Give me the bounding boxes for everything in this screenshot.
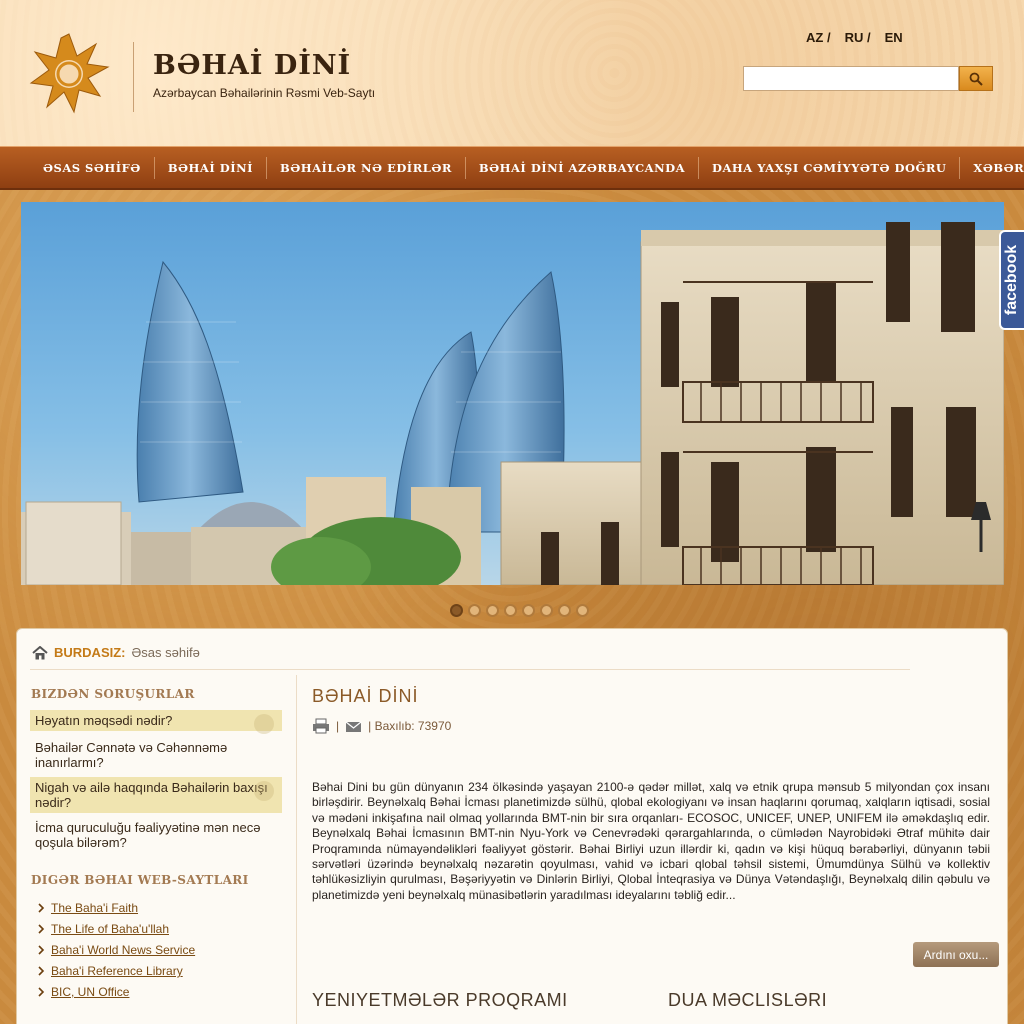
external-link-label: Baha'i Reference Library: [51, 964, 183, 978]
slider-dot[interactable]: [450, 604, 463, 617]
print-icon[interactable]: [312, 718, 330, 734]
article-views: | Baxılıb: 73970: [368, 719, 452, 733]
nav-item-better-society[interactable]: DAHA YAXŞI CƏMİYYƏTƏ DOĞRU: [699, 156, 961, 179]
external-link-label: Baha'i World News Service: [51, 943, 196, 957]
slider-dot[interactable]: [540, 604, 553, 617]
search-button[interactable]: [959, 66, 993, 91]
nav-item-bahai-in-azerbaijan[interactable]: BƏHAİ DİNİ AZƏRBAYCANDA: [466, 156, 700, 179]
slider-dot[interactable]: [504, 604, 517, 617]
nav-item-home[interactable]: ƏSAS SƏHİFƏ: [30, 156, 155, 179]
column-divider: [296, 675, 297, 1024]
nav-item-bahai-faith[interactable]: BƏHAİ DİNİ: [155, 156, 267, 179]
faq-item[interactable]: Nigah və ailə haqqında Bəhailərin baxışı…: [30, 777, 282, 813]
external-link[interactable]: The Baha'i Faith: [38, 901, 138, 915]
links-heading: DIGƏR BƏHAI WEB-SAYTLARI: [31, 873, 249, 887]
external-link[interactable]: Baha'i World News Service: [38, 943, 195, 957]
faq-item-label: Bəhailər Cənnətə və Cəhənnəmə inanırlarm…: [35, 740, 228, 770]
search-input[interactable]: [743, 66, 959, 91]
slider-dot[interactable]: [576, 604, 589, 617]
baku-skyline-image: [21, 222, 1004, 585]
chevron-right-icon: [38, 987, 45, 997]
external-link-label: The Life of Baha'u'llah: [51, 922, 169, 936]
external-link[interactable]: Baha'i Reference Library: [38, 964, 183, 978]
logo-divider: [133, 42, 134, 112]
nav-item-what-bahais-do[interactable]: BƏHAİLƏR NƏ EDİRLƏR: [267, 156, 466, 179]
faq-heading: BIZDƏN SORUŞURLAR: [31, 687, 195, 701]
article-body: Bəhai Dini bu gün dünyanın 234 ölkəsində…: [312, 780, 990, 902]
faq-item-label: Həyatın məqsədi nədir?: [35, 713, 173, 728]
site-subtitle: Azərbaycan Bəhailərinin Rəsmi Veb-Saytı: [153, 86, 376, 100]
email-icon[interactable]: [345, 719, 362, 733]
slider-dot[interactable]: [486, 604, 499, 617]
home-icon[interactable]: [32, 645, 48, 660]
breadcrumb-current: Əsas səhifə: [131, 645, 200, 660]
slider-dot[interactable]: [558, 604, 571, 617]
slider-dot[interactable]: [468, 604, 481, 617]
main-nav: ƏSAS SƏHİFƏ BƏHAİ DİNİ BƏHAİLƏR NƏ EDİRL…: [0, 146, 1024, 190]
article-title: BƏHAİ DİNİ: [312, 686, 419, 706]
chevron-right-icon: [38, 903, 45, 913]
external-link-label: BIC, UN Office: [51, 985, 130, 999]
external-link-label: The Baha'i Faith: [51, 901, 139, 915]
site-header: BƏHAİ DİNİ Azərbaycan Bəhailərinin Rəsmi…: [0, 0, 1024, 146]
faq-item[interactable]: Həyatın məqsədi nədir?: [30, 710, 282, 734]
speech-bubble-icon: [254, 714, 274, 734]
lang-az-link[interactable]: AZ /: [806, 30, 831, 45]
chevron-right-icon: [38, 966, 45, 976]
external-link[interactable]: The Life of Baha'u'llah: [38, 922, 169, 936]
read-more-button[interactable]: Ardını oxu...: [913, 942, 999, 967]
nine-pointed-star-logo[interactable]: [28, 32, 110, 116]
facebook-label: facebook: [1003, 244, 1021, 316]
breadcrumb-label: BURDASIZ:: [54, 645, 126, 660]
slider-dots: [450, 604, 589, 617]
faq-item[interactable]: Bəhailər Cənnətə və Cəhənnəmə inanırlarm…: [30, 737, 282, 773]
divider: [30, 669, 910, 670]
faq-item[interactable]: İcma quruculuğu fəaliyyətinə mən necə qo…: [30, 817, 282, 853]
facebook-tab[interactable]: facebook: [999, 230, 1024, 330]
search-icon: [969, 72, 983, 86]
chevron-right-icon: [38, 945, 45, 955]
faq-item-label: Nigah və ailə haqqında Bəhailərin baxışı…: [35, 780, 268, 810]
article-meta: | | Baxılıb: 73970: [312, 718, 451, 734]
meta-separator: |: [336, 719, 340, 733]
section-title-youth[interactable]: YENIYETMƏLƏR PROQRAMI: [312, 990, 568, 1011]
lang-ru-link[interactable]: RU /: [845, 30, 871, 45]
section-title-prayer[interactable]: DUA MƏCLISLƏRI: [668, 990, 827, 1011]
lang-en-link[interactable]: EN: [885, 30, 903, 45]
site-title[interactable]: BƏHAİ DİNİ: [153, 50, 351, 81]
external-link[interactable]: BIC, UN Office: [38, 985, 129, 999]
slider-dot[interactable]: [522, 604, 535, 617]
language-switcher: AZ / RU / EN: [806, 30, 903, 45]
nav-item-news[interactable]: XƏBƏRLƏR: [960, 157, 1024, 179]
speech-bubble-icon: [254, 781, 274, 801]
hero-slider[interactable]: [21, 202, 1004, 585]
chevron-right-icon: [38, 924, 45, 934]
breadcrumb: BURDASIZ: Əsas səhifə: [32, 645, 200, 660]
faq-item-label: İcma quruculuğu fəaliyyətinə mən necə qo…: [35, 820, 261, 850]
